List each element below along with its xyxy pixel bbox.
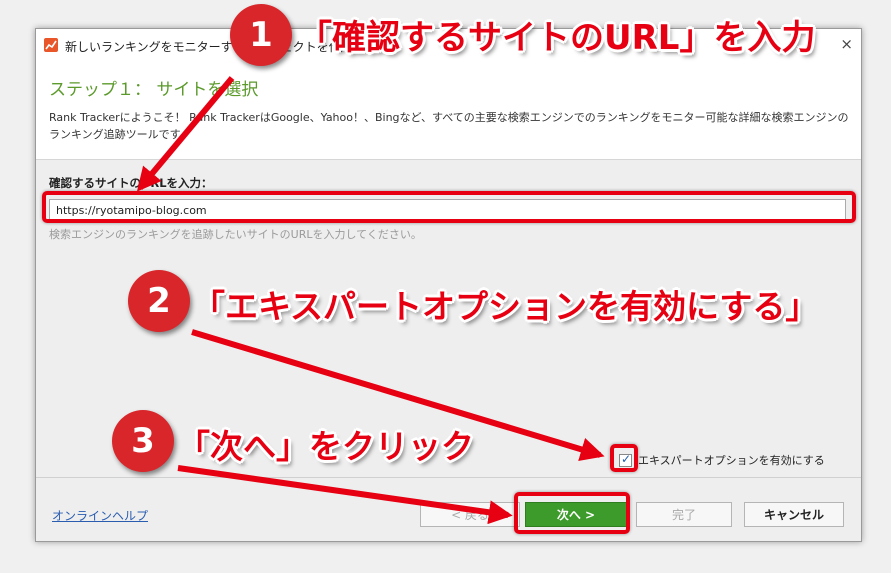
arrow-step-3 xyxy=(177,465,513,525)
arrow-step-1 xyxy=(136,76,235,192)
step-2-badge: 2 xyxy=(128,270,190,332)
step-3-caption: 「次へ」をクリック xyxy=(177,427,474,466)
step-2-caption: 「エキスパートオプションを有効にする」 xyxy=(192,287,819,326)
step-3-badge: 3 xyxy=(112,410,174,472)
step-1-caption: 「確認するサイトのURL」を入力 xyxy=(298,18,816,58)
step-1-badge: 1 xyxy=(230,4,292,66)
